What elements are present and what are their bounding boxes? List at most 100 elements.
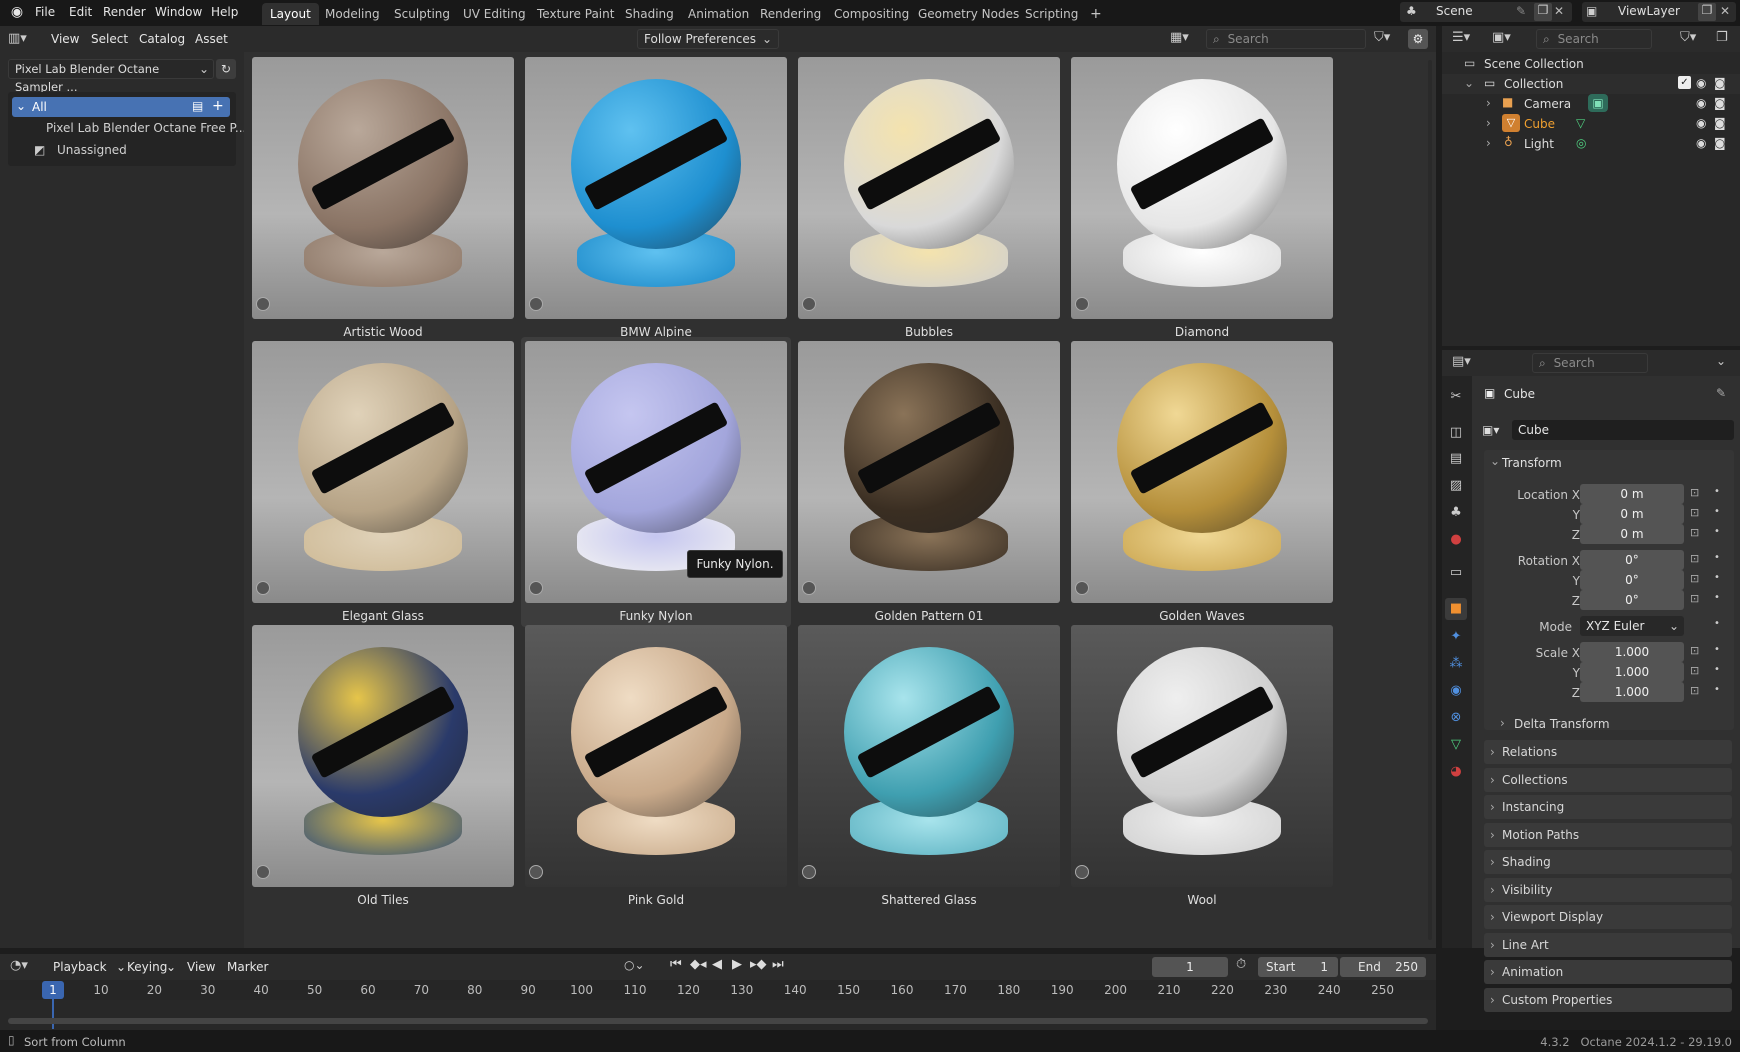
camera-render-icon[interactable]: ◙ (1714, 76, 1726, 90)
transform-header[interactable]: ⌄ Transform (1484, 452, 1734, 474)
keyframe-dot-icon[interactable]: • (1714, 506, 1720, 517)
scale-y-field[interactable]: 1.000 (1580, 662, 1684, 682)
physics-icon[interactable]: ◉ (1445, 680, 1467, 702)
asset-tile[interactable] (252, 625, 514, 887)
property-section[interactable]: › Line Art (1484, 932, 1732, 957)
object-icon[interactable]: ■ (1445, 598, 1467, 620)
tab-sculpting[interactable]: Sculpting (386, 3, 458, 25)
import-method-dropdown[interactable]: Follow Preferences ⌄ (637, 29, 779, 49)
property-section[interactable]: › Motion Paths (1484, 822, 1732, 847)
blender-logo-icon[interactable]: ◉ (8, 4, 26, 20)
lock-icon[interactable]: ⊡ (1690, 552, 1699, 565)
property-section[interactable]: › Animation (1484, 960, 1732, 984)
keyframe-dot-icon[interactable]: • (1714, 526, 1720, 537)
end-frame-field[interactable]: End 250 (1340, 957, 1426, 977)
output-icon[interactable]: ▤ (1445, 448, 1467, 470)
timeline-editor-icon[interactable]: ◔▾ (10, 958, 28, 973)
render-icon[interactable]: ◫ (1445, 422, 1467, 444)
property-section[interactable]: › Shading (1484, 850, 1732, 874)
lock-icon[interactable]: ⊡ (1690, 664, 1699, 677)
asset-tile[interactable] (252, 341, 514, 603)
filter-icon[interactable]: ⛉▾ (1374, 30, 1390, 45)
property-section[interactable]: › Instancing (1484, 795, 1732, 819)
asset-name-label[interactable]: Pink Gold (525, 893, 787, 907)
grid-scrollbar[interactable] (1428, 60, 1432, 940)
asset-name-label[interactable]: Funky Nylon (525, 609, 787, 623)
asset-name-label[interactable]: Diamond (1071, 325, 1333, 339)
asset-search-input[interactable]: ⌕ Search (1206, 29, 1366, 49)
keyframe-dot-icon[interactable]: • (1714, 644, 1720, 655)
eye-icon[interactable]: ◉ (1696, 76, 1706, 90)
keyframe-dot-icon[interactable]: • (1714, 572, 1720, 583)
delete-scene-icon[interactable]: ✕ (1554, 4, 1564, 18)
keyframe-dot-icon[interactable]: • (1714, 486, 1720, 497)
tool-icon[interactable]: ✂ (1445, 386, 1467, 408)
lock-icon[interactable]: ⊡ (1690, 592, 1699, 605)
display-mode-icon[interactable]: ▣▾ (1492, 30, 1511, 45)
tab-uv-editing[interactable]: UV Editing (455, 3, 534, 25)
play-icon[interactable]: ▶ (732, 957, 742, 972)
settings-gear-icon[interactable]: ⚙ (1408, 29, 1428, 49)
menu-render[interactable]: Render (96, 0, 153, 24)
chevron-down-icon[interactable]: ⌄ (1464, 76, 1474, 90)
location-z-field[interactable]: 0 m (1580, 524, 1684, 544)
catalog-item-all[interactable]: ⌄ All ▤ + (12, 97, 230, 117)
tab-rendering[interactable]: Rendering (752, 3, 829, 25)
rotation-z-field[interactable]: 0° (1580, 590, 1684, 610)
asset-menu-asset[interactable]: Asset (188, 27, 235, 51)
camera-render-icon[interactable]: ◙ (1714, 116, 1726, 130)
camera-render-icon[interactable]: ◙ (1714, 96, 1726, 110)
asset-name-label[interactable]: Shattered Glass (798, 893, 1060, 907)
scene-collection-label[interactable]: Scene Collection (1484, 57, 1584, 71)
new-collection-icon[interactable]: ❐ (1716, 30, 1728, 45)
tab-modeling[interactable]: Modeling (317, 3, 388, 25)
start-frame-field[interactable]: Start 1 (1258, 957, 1338, 977)
keyframe-dot-icon[interactable]: • (1714, 684, 1720, 695)
properties-search-input[interactable]: ⌕ Search (1532, 353, 1648, 373)
tab-shading[interactable]: Shading (617, 3, 682, 25)
tab-texture-paint[interactable]: Texture Paint (529, 3, 622, 25)
tab-compositing[interactable]: Compositing (826, 3, 917, 25)
tab-layout[interactable]: Layout (262, 3, 319, 25)
display-mode-icon[interactable]: ▦▾ (1170, 30, 1189, 45)
rotation-mode-dropdown[interactable]: XYZ Euler ⌄ (1580, 616, 1684, 636)
chevron-right-icon[interactable]: › (1486, 96, 1491, 110)
eye-icon[interactable]: ◉ (1696, 96, 1706, 110)
menu-window[interactable]: Window (148, 0, 209, 24)
pin-icon[interactable]: ✎ (1716, 386, 1726, 400)
property-section[interactable]: › Relations (1484, 740, 1732, 764)
tab-scripting[interactable]: Scripting (1017, 3, 1086, 25)
asset-tile[interactable] (1071, 625, 1333, 887)
next-keyframe-icon[interactable]: ▸◆ (750, 957, 767, 972)
asset-menu-view[interactable]: View (44, 27, 86, 51)
asset-tile[interactable] (1071, 341, 1333, 603)
lock-icon[interactable]: ⊡ (1690, 486, 1699, 499)
current-frame-field[interactable]: 1 (1152, 957, 1228, 977)
eye-icon[interactable]: ◉ (1696, 116, 1706, 130)
prev-keyframe-icon[interactable]: ◆◂ (690, 957, 707, 972)
asset-tile[interactable] (525, 625, 787, 887)
asset-name-label[interactable]: Old Tiles (252, 893, 514, 907)
properties-editor-icon[interactable]: ▤▾ (1452, 354, 1471, 369)
asset-name-label[interactable]: Elegant Glass (252, 609, 514, 623)
jump-start-icon[interactable]: ⏮ (670, 957, 682, 972)
save-catalog-icon[interactable]: ▤ (192, 99, 203, 113)
tab-geometry-nodes[interactable]: Geometry Nodes (910, 3, 1027, 25)
chevron-right-icon[interactable]: › (1486, 116, 1491, 130)
tab-animation[interactable]: Animation (680, 3, 757, 25)
asset-tile[interactable] (798, 57, 1060, 319)
timeline-menu-marker[interactable]: Marker (220, 955, 275, 979)
asset-library-dropdown[interactable]: Pixel Lab Blender Octane Sampler ... ⌄ (8, 59, 214, 94)
world-icon[interactable]: ● (1445, 529, 1467, 551)
view-layer-icon[interactable]: ▨ (1445, 475, 1467, 497)
chevron-down-icon[interactable]: ⌄ (1716, 354, 1726, 368)
asset-menu-select[interactable]: Select (84, 27, 135, 51)
keyframe-dot-icon[interactable]: • (1714, 592, 1720, 603)
keyframe-dot-icon[interactable]: • (1714, 552, 1720, 563)
catalog-item-free-pack[interactable]: Pixel Lab Blender Octane Free P... (46, 121, 246, 135)
outliner-search-input[interactable]: ⌕ Search (1536, 29, 1652, 49)
jump-end-icon[interactable]: ⏭ (772, 957, 784, 972)
delete-viewlayer-icon[interactable]: ✕ (1720, 4, 1730, 18)
keyframe-dot-icon[interactable]: • (1714, 618, 1720, 629)
lock-icon[interactable]: ⊡ (1690, 572, 1699, 585)
